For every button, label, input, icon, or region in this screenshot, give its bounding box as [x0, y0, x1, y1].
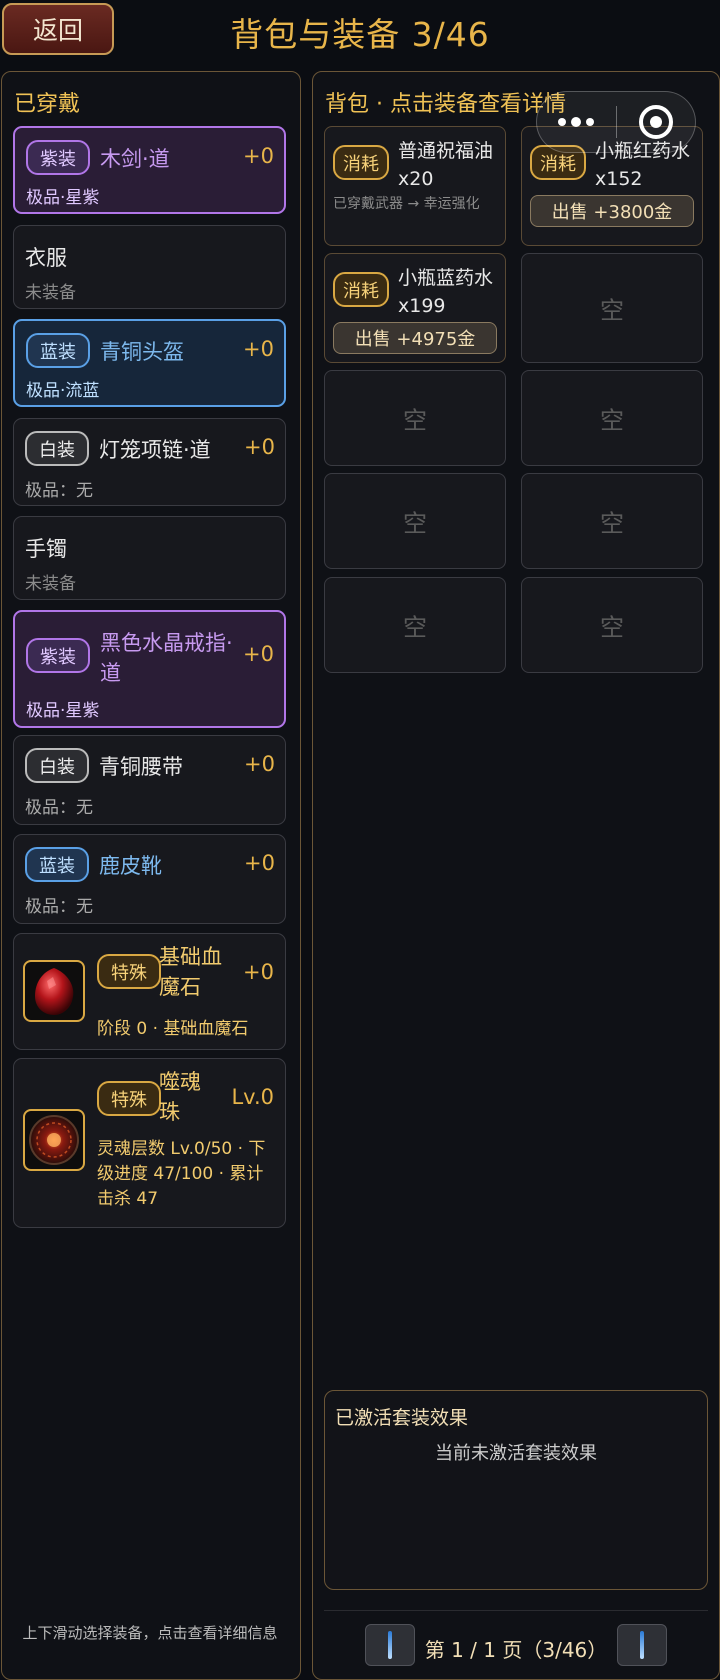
blood-stone-icon [23, 960, 85, 1022]
bag-item-name: 普通祝福油 x20 [398, 140, 494, 190]
empty-label: 空 [403, 406, 427, 435]
item-name: 木剑·道 [100, 147, 170, 171]
consumable-tag: 消耗 [333, 145, 389, 180]
empty-label: 空 [403, 613, 427, 642]
item-name: 灯笼项链·道 [99, 438, 211, 462]
item-sub: 极品·星紫 [26, 701, 100, 721]
enhance-level: +0 [243, 144, 274, 168]
divider [324, 1610, 708, 1611]
quality-tag: 特殊 [97, 954, 161, 989]
sell-button[interactable]: 出售 +3800金 [530, 195, 694, 227]
bag-slot-empty[interactable]: 空 [324, 473, 506, 569]
set-effects-panel: 已激活套装效果 当前未激活套装效果 [324, 1390, 708, 1590]
bag-slot-empty[interactable]: 空 [521, 253, 703, 363]
equip-slot-ring[interactable]: 紫装 黑色水晶戒指·道 +0 极品·星紫 [13, 610, 286, 728]
slot-status: 未装备 [25, 283, 76, 303]
equip-slot-helmet[interactable]: 蓝装 青铜头盔 +0 极品·流蓝 [13, 319, 286, 407]
miniprogram-capsule [536, 91, 696, 153]
quality-tag: 白装 [25, 431, 89, 466]
bag-item-note: 已穿戴武器 → 幸运强化 [333, 196, 480, 212]
equip-slot-weapon[interactable]: 紫装 木剑·道 +0 极品·星紫 [13, 126, 286, 214]
bag-slot-empty[interactable]: 空 [324, 370, 506, 466]
equip-slot-necklace[interactable]: 白装 灯笼项链·道 +0 极品：无 [13, 418, 286, 506]
enhance-level: +0 [244, 435, 275, 459]
next-page-button[interactable] [617, 1624, 667, 1666]
scroll-hint: 上下滑动选择装备，点击查看详细信息 [22, 1624, 278, 1642]
soul-level: Lv.0 [231, 1085, 274, 1109]
quality-tag: 白装 [25, 748, 89, 783]
enhance-level: +0 [243, 960, 274, 984]
equip-slot-belt[interactable]: 白装 青铜腰带 +0 极品：无 [13, 735, 286, 825]
target-close-icon[interactable] [617, 105, 696, 139]
item-sub: 极品：无 [25, 798, 93, 818]
item-sub: 极品·流蓝 [26, 381, 100, 401]
item-sub: 阶段 0 · 基础血魔石 [97, 1019, 249, 1039]
enhance-level: +0 [243, 337, 274, 361]
quality-tag: 特殊 [97, 1081, 161, 1116]
equip-slot-blood-stone[interactable]: 特殊 基础血魔石 +0 阶段 0 · 基础血魔石 [13, 933, 286, 1050]
item-name: 噬魂珠 [159, 1070, 201, 1124]
bag-item-name: 小瓶蓝药水 x199 [398, 267, 494, 317]
empty-label: 空 [403, 509, 427, 538]
more-dots-icon[interactable] [537, 117, 616, 127]
equip-slot-clothes[interactable]: 衣服 未装备 [13, 225, 286, 309]
equipped-panel: 已穿戴 紫装 木剑·道 +0 极品·星紫 衣服 未装备 蓝装 青铜头盔 +0 极… [1, 71, 301, 1680]
empty-label: 空 [600, 406, 624, 435]
set-effects-title: 已激活套装效果 [335, 1407, 469, 1429]
item-sub: 灵魂层数 Lv.0/50 · 下级进度 47/100 · 累计击杀 47 [97, 1139, 266, 1209]
item-name: 青铜腰带 [99, 755, 183, 779]
equipped-title: 已穿戴 [14, 92, 81, 117]
bag-title: 背包 · 点击装备查看详情 [325, 92, 566, 117]
slot-name: 衣服 [25, 246, 67, 270]
empty-label: 空 [600, 613, 624, 642]
soul-orb-icon [23, 1109, 85, 1171]
bag-slot-empty[interactable]: 空 [521, 473, 703, 569]
item-name: 鹿皮靴 [99, 854, 162, 878]
quality-tag: 紫装 [26, 140, 90, 175]
equip-slot-soul-orb[interactable]: 特殊 噬魂珠 Lv.0 灵魂层数 Lv.0/50 · 下级进度 47/100 ·… [13, 1058, 286, 1228]
slot-status: 未装备 [25, 574, 76, 594]
sell-button[interactable]: 出售 +4975金 [333, 322, 497, 354]
bag-slot-empty[interactable]: 空 [324, 577, 506, 673]
equip-slot-bracelet[interactable]: 手镯 未装备 [13, 516, 286, 600]
item-name: 基础血魔石 [159, 945, 222, 999]
enhance-level: +0 [243, 642, 274, 666]
item-name: 青铜头盔 [100, 340, 184, 364]
consumable-tag: 消耗 [333, 272, 389, 307]
empty-label: 空 [600, 296, 624, 325]
enhance-level: +0 [244, 851, 275, 875]
slot-name: 手镯 [25, 537, 67, 561]
bag-slot[interactable]: 消耗 普通祝福油 x20 已穿戴武器 → 幸运强化 [324, 126, 506, 246]
bag-slot-empty[interactable]: 空 [521, 370, 703, 466]
pager: 第 1 / 1 页（3/46） [324, 1610, 708, 1680]
enhance-level: +0 [244, 752, 275, 776]
next-page-icon [640, 1631, 644, 1659]
quality-tag: 紫装 [26, 638, 90, 673]
page-title: 背包与装备 3/46 [230, 15, 490, 54]
quality-tag: 蓝装 [25, 847, 89, 882]
set-effects-empty: 当前未激活套装效果 [435, 1443, 597, 1464]
bag-slot[interactable]: 消耗 小瓶蓝药水 x199 出售 +4975金 [324, 253, 506, 363]
quality-tag: 蓝装 [26, 333, 90, 368]
item-sub: 极品：无 [25, 481, 93, 501]
item-sub: 极品·星紫 [26, 188, 100, 208]
item-sub: 极品：无 [25, 897, 93, 917]
equip-slot-boots[interactable]: 蓝装 鹿皮靴 +0 极品：无 [13, 834, 286, 924]
bag-slot-empty[interactable]: 空 [521, 577, 703, 673]
empty-label: 空 [600, 509, 624, 538]
item-name: 黑色水晶戒指·道 [100, 631, 233, 685]
